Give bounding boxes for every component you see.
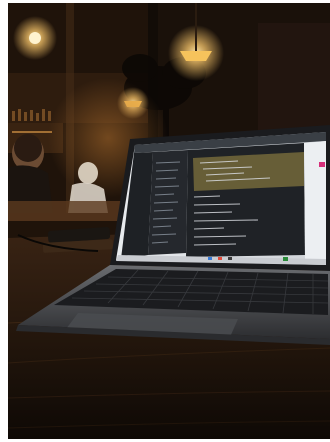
highlight-block bbox=[193, 152, 304, 191]
cafe-laptop-photo bbox=[8, 3, 330, 439]
accent-badge-icon bbox=[319, 162, 325, 167]
right-panel bbox=[304, 141, 326, 259]
laptop-screen bbox=[116, 132, 326, 265]
photo-illustration bbox=[8, 3, 330, 439]
photo-frame bbox=[0, 0, 330, 442]
